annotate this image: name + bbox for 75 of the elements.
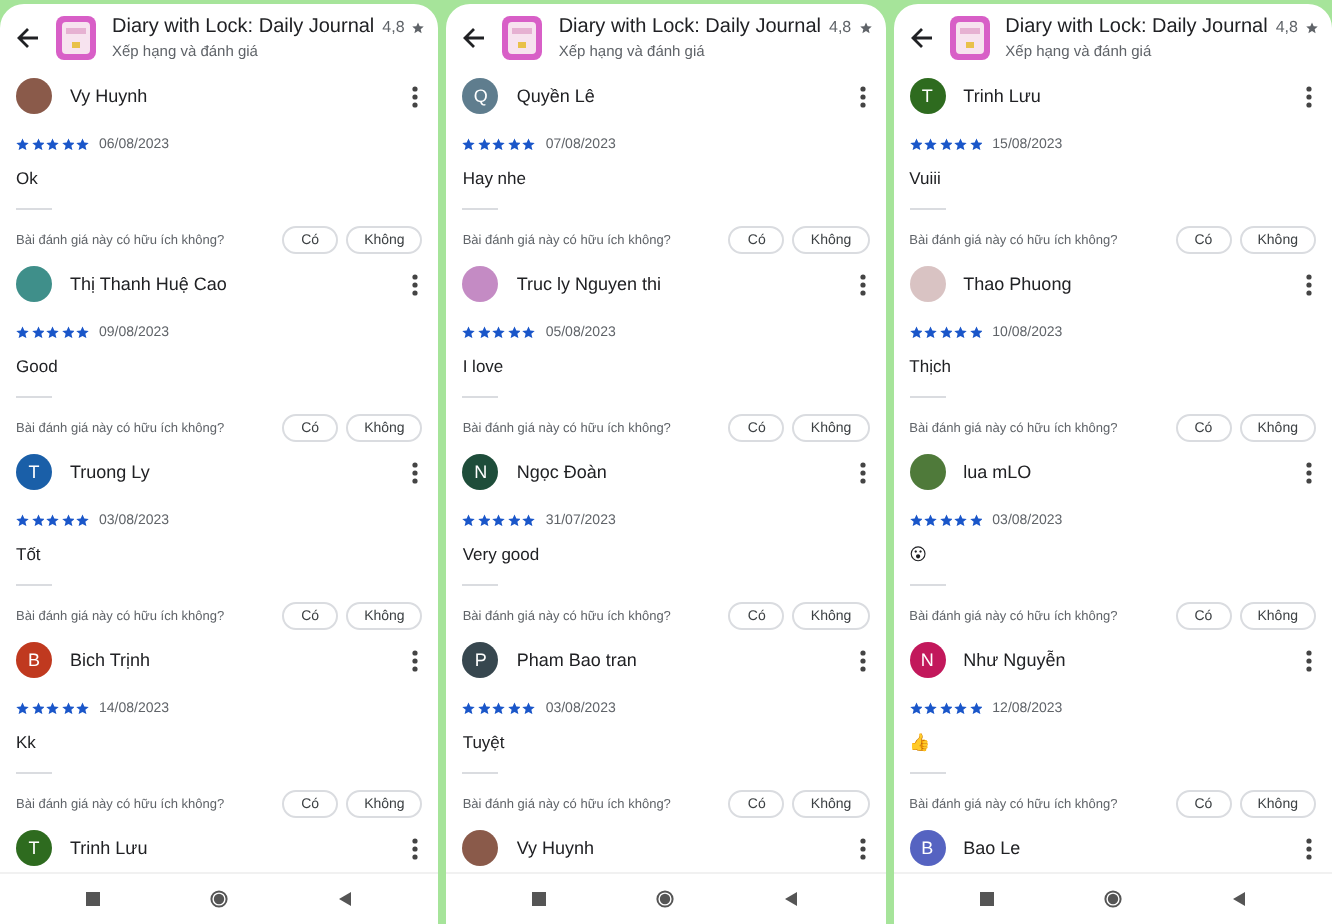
back-arrow-icon[interactable] (16, 26, 40, 50)
review-text: Tuyệt (462, 732, 505, 752)
star-icon (1305, 21, 1318, 33)
reviewer-name: Thị Thanh Huệ Cao (70, 274, 229, 294)
reviewer-name: Pham Bao tran (516, 650, 639, 670)
app-icon[interactable] (54, 14, 98, 62)
reviewer-name: Thao Phuong (963, 274, 1074, 294)
reviewer-name: Vy Huynh (516, 838, 597, 858)
review-text: Ok (16, 168, 38, 188)
review-text: Kk (16, 732, 36, 752)
recents-icon[interactable] (84, 890, 103, 908)
more-options-icon[interactable] (412, 85, 419, 107)
more-options-icon[interactable] (859, 649, 866, 671)
app-title: Diary with Lock: Daily Journal (112, 16, 375, 38)
avatar-letter: N (909, 642, 946, 678)
avatar-letter: B (16, 642, 52, 678)
back-icon[interactable] (336, 890, 355, 908)
app-title: Diary with Lock: Daily Journal (1005, 16, 1268, 38)
review-text: Tốt (16, 544, 41, 564)
avatar-letter: B (909, 830, 946, 866)
review-text: I love (462, 356, 504, 376)
review-text: Very good (462, 544, 540, 564)
more-options-icon[interactable] (1305, 649, 1312, 671)
star-icon (412, 21, 425, 33)
star-icon (859, 21, 872, 33)
more-options-icon[interactable] (1305, 85, 1312, 107)
more-options-icon[interactable] (412, 273, 419, 295)
reviewer-name: Bich Trịnh (70, 650, 153, 670)
reviewer-name: Như Nguyễn (963, 650, 1068, 670)
reviewer-name: Bao Le (963, 838, 1023, 858)
reviewer-name: Quyền Lê (516, 86, 597, 106)
avatar-letter: T (16, 454, 52, 490)
review-text: Thịch (909, 356, 951, 376)
more-options-icon[interactable] (1305, 273, 1312, 295)
app-rating: 4,8 (1275, 18, 1298, 36)
more-options-icon[interactable] (859, 273, 866, 295)
home-icon[interactable] (656, 890, 675, 908)
avatar-letter: Q (462, 78, 499, 114)
review-text: Vuiii (909, 168, 941, 188)
review-text: Good (16, 356, 58, 376)
avatar-letter: P (462, 642, 499, 678)
reviewer-name: Trinh Lưu (70, 838, 150, 858)
more-options-icon[interactable] (412, 649, 419, 671)
more-options-icon[interactable] (859, 461, 866, 483)
more-options-icon[interactable] (1305, 461, 1312, 483)
more-options-icon[interactable] (1305, 837, 1312, 859)
back-arrow-icon[interactable] (909, 26, 934, 50)
app-title: Diary with Lock: Daily Journal (558, 16, 821, 38)
review-text: 😮 (909, 544, 928, 564)
avatar-letter: N (462, 454, 499, 490)
recents-icon[interactable] (530, 890, 549, 908)
more-options-icon[interactable] (412, 837, 419, 859)
app-rating: 4,8 (382, 18, 405, 36)
avatar-letter: T (16, 830, 52, 866)
reviewer-name: Truc ly Nguyen thi (516, 274, 664, 294)
review-text: 👍 (909, 732, 932, 752)
reviewer-name: Ngọc Đoàn (516, 462, 609, 482)
recents-icon[interactable] (977, 890, 996, 908)
app-rating: 4,8 (829, 18, 852, 36)
avatar-letter: T (909, 78, 946, 114)
back-icon[interactable] (1229, 890, 1248, 908)
app-icon[interactable] (947, 14, 992, 62)
reviewer-name: Trinh Lưu (963, 86, 1043, 106)
review-text: Hay nhe (462, 168, 526, 188)
back-icon[interactable] (782, 890, 801, 908)
reviewer-name: lua mLO (963, 462, 1034, 482)
more-options-icon[interactable] (859, 837, 866, 859)
home-icon[interactable] (210, 890, 229, 908)
more-options-icon[interactable] (859, 85, 866, 107)
back-arrow-icon[interactable] (462, 26, 487, 50)
app-icon[interactable] (500, 14, 545, 62)
home-icon[interactable] (1103, 890, 1122, 908)
reviewer-name: Truong Ly (70, 462, 152, 482)
more-options-icon[interactable] (412, 461, 419, 483)
reviewer-name: Vy Huynh (70, 86, 150, 106)
